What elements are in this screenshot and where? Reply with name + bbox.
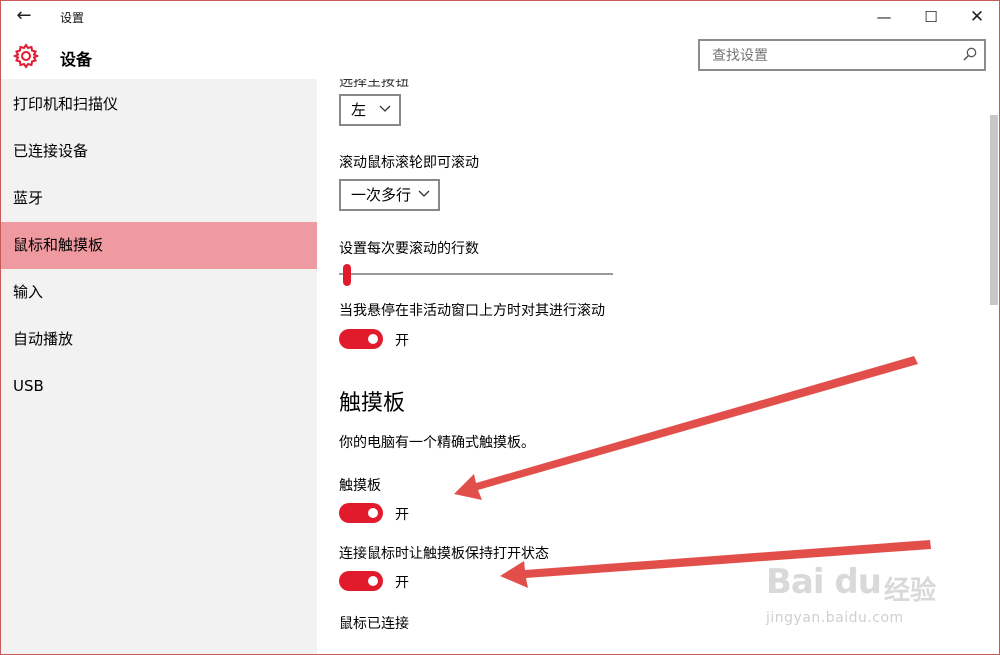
scroll-wheel-value: 一次多行 (351, 186, 412, 204)
back-button[interactable]: ← (9, 3, 39, 31)
search-input[interactable] (710, 45, 954, 67)
gear-icon (13, 43, 39, 69)
maximize-button[interactable]: ☐ (908, 3, 954, 31)
scroll-wheel-label: 滚动鼠标滚轮即可滚动 (339, 155, 479, 171)
page-header: 设备 (1, 33, 999, 79)
page-title: 设备 (60, 50, 93, 69)
sidebar-item-bluetooth[interactable]: 蓝牙 (1, 175, 317, 222)
primary-button-label: 选择主按钮 (339, 79, 409, 90)
touchpad-description: 你的电脑有一个精确式触摸板。 (339, 435, 535, 451)
lines-to-scroll-slider-track[interactable] (339, 273, 613, 275)
content-scrollbar[interactable] (989, 79, 999, 654)
watermark-cn: 经验 (884, 576, 937, 606)
settings-window: ← 设置 — ☐ ✕ 设备 打印机和扫描仪 已连接设备 蓝牙 鼠标和触摸板 输入… (0, 0, 1000, 655)
search-icon[interactable] (962, 46, 978, 62)
close-icon: ✕ (969, 7, 985, 27)
scrollbar-thumb[interactable] (990, 115, 998, 305)
inactive-scroll-label: 当我悬停在非活动窗口上方时对其进行滚动 (339, 303, 605, 319)
close-button[interactable]: ✕ (954, 3, 999, 31)
minimize-icon: — (876, 8, 892, 26)
back-arrow-icon: ← (16, 5, 32, 26)
toggle-knob (368, 334, 378, 344)
inactive-scroll-toggle[interactable] (339, 329, 383, 349)
maximize-icon: ☐ (924, 8, 938, 26)
keep-touchpad-label: 连接鼠标时让触摸板保持打开状态 (339, 546, 549, 562)
touchpad-toggle[interactable] (339, 503, 383, 523)
chevron-down-icon (379, 105, 391, 112)
primary-button-value: 左 (351, 101, 367, 119)
chevron-down-icon (418, 190, 430, 197)
title-bar: ← 设置 — ☐ ✕ (1, 1, 999, 33)
touchpad-state: 开 (395, 507, 409, 523)
sidebar-item-mouse-touchpad[interactable]: 鼠标和触摸板 (1, 222, 317, 269)
sidebar: 打印机和扫描仪 已连接设备 蓝牙 鼠标和触摸板 输入 自动播放 USB (1, 79, 317, 654)
mouse-connected-label: 鼠标已连接 (339, 616, 409, 632)
window-title: 设置 (60, 11, 85, 25)
touchpad-heading: 触摸板 (339, 391, 406, 416)
sidebar-item-usb[interactable]: USB (1, 363, 317, 410)
toggle-knob (368, 508, 378, 518)
lines-to-scroll-label: 设置每次要滚动的行数 (339, 241, 479, 257)
keep-touchpad-toggle[interactable] (339, 571, 383, 591)
minimize-button[interactable]: — (861, 3, 907, 31)
scroll-wheel-dropdown[interactable]: 一次多行 (339, 179, 440, 211)
sidebar-item-typing[interactable]: 输入 (1, 269, 317, 316)
search-box[interactable] (698, 39, 986, 71)
baidu-watermark: Bai du 经验 jingyan.baidu.com (766, 560, 956, 632)
watermark-brand: Bai du (766, 562, 882, 602)
inactive-scroll-state: 开 (395, 333, 409, 349)
watermark-url: jingyan.baidu.com (766, 610, 904, 626)
touchpad-label: 触摸板 (339, 478, 381, 494)
toggle-knob (368, 576, 378, 586)
primary-button-dropdown[interactable]: 左 (339, 94, 401, 126)
lines-to-scroll-slider-thumb[interactable] (343, 264, 352, 286)
keep-touchpad-state: 开 (395, 575, 409, 591)
sidebar-item-autoplay[interactable]: 自动播放 (1, 316, 317, 363)
sidebar-item-connected-devices[interactable]: 已连接设备 (1, 128, 317, 175)
sidebar-item-printers[interactable]: 打印机和扫描仪 (1, 81, 317, 128)
